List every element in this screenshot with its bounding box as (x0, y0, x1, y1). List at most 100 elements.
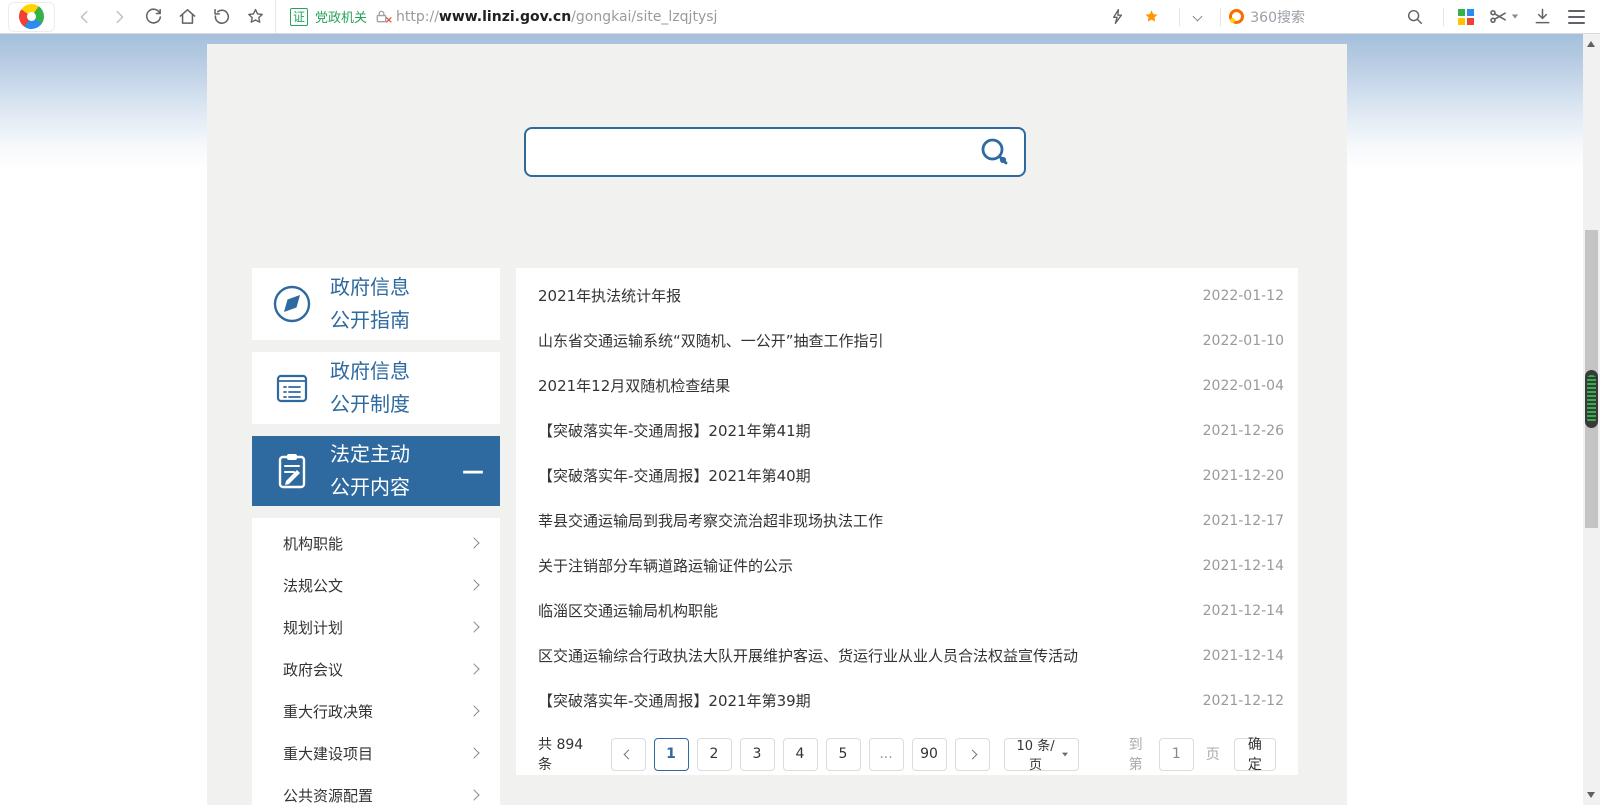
url-text: http://www.linzi.gov.cn/gongkai/site_lzq… (396, 9, 717, 25)
search-engine-label: 360搜索 (1250, 9, 1305, 26)
article-title-link[interactable]: 临淄区交通运输局机构职能 (538, 600, 1185, 621)
clipboard-icon (278, 454, 306, 489)
article-row[interactable]: 【突破落实年-交通周报】2021年第41期 2021-12-26 (538, 408, 1284, 453)
article-title-link[interactable]: 区交通运输综合行政执法大队开展维护客运、货运行业从业人员合法权益宣传活动 (538, 645, 1185, 666)
chevron-left-icon (623, 749, 633, 759)
article-title-link[interactable]: 2021年12月双随机检查结果 (538, 375, 1185, 396)
caret-down-icon (1511, 14, 1519, 19)
rules-icon (276, 374, 308, 403)
card-label-line1: 政府信息 (330, 275, 410, 299)
article-row[interactable]: 临淄区交通运输局机构职能 2021-12-14 (538, 588, 1284, 633)
article-row[interactable]: 2021年执法统计年报 2022-01-12 (538, 273, 1284, 318)
submenu-item-label: 机构职能 (283, 534, 344, 553)
page-number-button[interactable]: 90 (911, 737, 947, 771)
page-number-button[interactable]: 2 (696, 737, 732, 771)
article-title-link[interactable]: 关于注销部分车辆道路运输证件的公示 (538, 555, 1185, 576)
article-row[interactable]: 莘县交通运输局到我局考察交流治超非现场执法工作 2021-12-17 (538, 498, 1284, 543)
home-icon (179, 9, 195, 24)
article-row[interactable]: 关于注销部分车辆道路运输证件的公示 2021-12-14 (538, 543, 1284, 588)
prev-page-button[interactable] (610, 737, 646, 771)
sidebar-submenu-item[interactable]: 重大建设项目 (252, 732, 500, 774)
article-row[interactable]: 【突破落实年-交通周报】2021年第39期 2021-12-12 (538, 678, 1284, 723)
card-label-line2: 公开制度 (330, 392, 410, 416)
sidebar-card-guide[interactable]: 政府信息 公开指南 (252, 268, 500, 340)
article-title-link[interactable]: 2021年执法统计年报 (538, 285, 1185, 306)
forward-button[interactable] (105, 3, 133, 31)
page-boost-button[interactable] (1103, 3, 1131, 31)
forward-icon (116, 10, 124, 23)
sidebar-card-label: 政府信息 公开制度 (330, 355, 410, 421)
article-title-link[interactable]: 【突破落实年-交通周报】2021年第39期 (538, 690, 1185, 711)
screenshot-button[interactable] (1486, 3, 1522, 31)
sidebar-submenu-item[interactable]: 机构职能 (252, 522, 500, 564)
chevron-right-icon (468, 747, 480, 759)
article-row[interactable]: 【突破落实年-交通周报】2021年第40期 2021-12-20 (538, 453, 1284, 498)
search-engine-button[interactable]: 360搜索 (1229, 7, 1305, 27)
article-title-link[interactable]: 【突破落实年-交通周报】2021年第40期 (538, 465, 1185, 486)
card-label-line1: 政府信息 (330, 359, 410, 383)
site-search-input[interactable] (526, 129, 978, 175)
pagination-bar: 共 894 条 1 2 3 4 5 ... 90 10 条/页 到第 1 页 确… (538, 734, 1284, 774)
find-in-page-button[interactable] (1401, 3, 1429, 31)
chevron-right-icon (967, 749, 977, 759)
page-number-label: 5 (838, 746, 848, 762)
article-title-link[interactable]: 【突破落实年-交通周报】2021年第41期 (538, 420, 1185, 441)
page-number-label: 90 (920, 746, 938, 762)
browser-logo-button[interactable] (8, 0, 55, 34)
bookmarked-star-button[interactable] (1137, 3, 1165, 31)
360-search-logo-icon (1229, 9, 1245, 24)
scroll-down-arrow-icon[interactable] (1587, 792, 1595, 798)
sidebar-submenu: 机构职能 法规公文 规划计划 政府会议 重大行政决策 重大建设项目 公共资源配置 (252, 518, 500, 805)
article-date: 2022-01-12 (1202, 287, 1284, 304)
page-scrollbar[interactable] (1583, 34, 1600, 805)
divider (1443, 7, 1444, 26)
submenu-item-label: 政府会议 (283, 660, 344, 679)
url-scheme: http:// (396, 8, 439, 25)
scrollbar-thumb[interactable] (1585, 230, 1598, 528)
page-number-button[interactable]: 4 (782, 737, 818, 771)
article-date: 2021-12-17 (1202, 512, 1284, 529)
search-icon (1407, 9, 1423, 24)
sidebar-submenu-item[interactable]: 法规公文 (252, 564, 500, 606)
lightning-icon (1112, 9, 1122, 24)
menu-button[interactable] (1562, 3, 1590, 31)
page-size-select[interactable]: 10 条/页 (1003, 737, 1079, 773)
address-bar[interactable]: 证 党政机关 × http://www.linzi.gov.cn/gongkai… (275, 0, 1103, 33)
submenu-item-label: 重大行政决策 (283, 702, 374, 721)
downloads-button[interactable] (1528, 3, 1556, 31)
sidebar-submenu-item[interactable]: 规划计划 (252, 606, 500, 648)
sidebar: 政府信息 公开指南 政府信息 公开制度 法定主动 公开内容 — 机构职能 法规公… (252, 268, 500, 805)
page-number-label: 1 (666, 746, 676, 762)
next-page-button[interactable] (954, 737, 990, 771)
page-number-button[interactable]: 3 (739, 737, 775, 771)
goto-page-input[interactable] (1158, 737, 1194, 771)
browser-toolbar: 证 党政机关 × http://www.linzi.gov.cn/gongkai… (0, 0, 1600, 34)
article-row[interactable]: 山东省交通运输系统“双随机、一公开”抽查工作指引 2022-01-10 (538, 318, 1284, 363)
article-title-link[interactable]: 山东省交通运输系统“双随机、一公开”抽查工作指引 (538, 330, 1185, 351)
sidebar-card-rules[interactable]: 政府信息 公开制度 (252, 352, 500, 424)
bookmark-button[interactable] (241, 3, 269, 31)
article-row[interactable]: 2021年12月双随机检查结果 2022-01-04 (538, 363, 1284, 408)
site-search-button[interactable] (978, 135, 1012, 169)
sidebar-card-statutory[interactable]: 法定主动 公开内容 — (252, 436, 500, 506)
refresh-button[interactable] (139, 3, 167, 31)
address-dropdown-button[interactable] (1188, 3, 1206, 31)
sidebar-submenu-item[interactable]: 公共资源配置 (252, 774, 500, 805)
article-date: 2021-12-26 (1202, 422, 1284, 439)
goto-confirm-button[interactable]: 确定 (1233, 737, 1276, 773)
article-title-link[interactable]: 莘县交通运输局到我局考察交流治超非现场执法工作 (538, 510, 1185, 531)
sidebar-submenu-item[interactable]: 政府会议 (252, 648, 500, 690)
scroll-up-arrow-icon[interactable] (1587, 41, 1595, 47)
restore-button[interactable] (207, 3, 235, 31)
home-button[interactable] (173, 3, 201, 31)
sidebar-submenu-item[interactable]: 重大行政决策 (252, 690, 500, 732)
page-size-label: 10 条/页 (1016, 739, 1055, 773)
apps-grid-button[interactable] (1452, 3, 1480, 31)
page-number-button[interactable]: 1 (653, 737, 689, 771)
page-number-button[interactable]: ... (868, 737, 904, 771)
article-row[interactable]: 区交通运输综合行政执法大队开展维护客运、货运行业从业人员合法权益宣传活动 202… (538, 633, 1284, 678)
back-button[interactable] (71, 3, 99, 31)
undo-arrow-icon (213, 8, 229, 24)
apps-grid-icon (1458, 8, 1474, 25)
page-number-button[interactable]: 5 (825, 737, 861, 771)
